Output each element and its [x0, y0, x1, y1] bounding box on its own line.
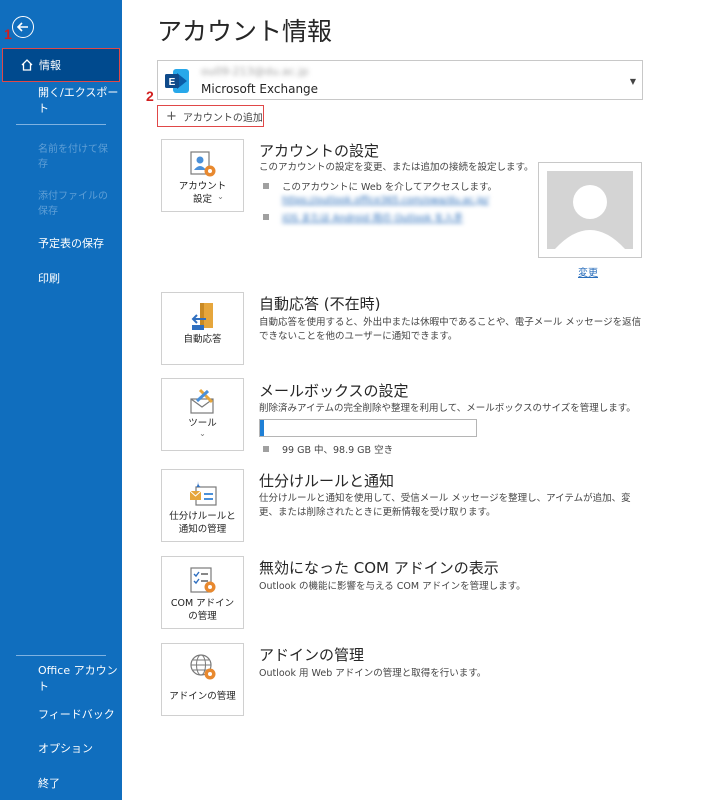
- section-title: 自動応答 (不在時): [259, 295, 381, 313]
- section-title: 仕分けルールと通知: [259, 472, 395, 490]
- chevron-down-icon: ▼: [629, 77, 636, 86]
- section-title: アカウントの設定: [259, 142, 380, 160]
- tools-icon: [190, 388, 214, 414]
- step-marker-2: 2: [146, 88, 154, 104]
- section-description: Outlook の機能に影響を与える COM アドインを管理します。: [259, 581, 526, 592]
- sidebar-item-office-account[interactable]: Office アカウント: [0, 661, 122, 695]
- com-addins-icon: [190, 567, 216, 593]
- automatic-replies-button[interactable]: 自動応答: [161, 292, 244, 365]
- svg-text:E: E: [169, 77, 176, 88]
- manage-addins-button[interactable]: アドインの管理: [161, 643, 244, 716]
- sidebar-item-options[interactable]: オプション: [0, 731, 122, 765]
- avatar: [547, 171, 633, 249]
- back-button[interactable]: [12, 16, 34, 38]
- mailbox-quota-bar: [259, 419, 477, 437]
- tile-label: 仕分けルールと 通知の管理: [169, 511, 236, 535]
- page-title: アカウント情報: [157, 17, 333, 46]
- sidebar-item-print[interactable]: 印刷: [0, 261, 122, 295]
- step-marker-1: 1: [4, 26, 12, 42]
- tile-label: 自動応答: [183, 334, 222, 345]
- tile-label: COM アドイン の管理: [170, 598, 235, 622]
- sidebar-item-label: Office アカウント: [38, 664, 118, 693]
- sidebar-divider: [16, 655, 106, 656]
- add-account-button[interactable]: + アカウントの追加: [157, 105, 264, 127]
- sidebar-item-open-export[interactable]: 開く/エクスポート: [0, 83, 122, 117]
- backstage-sidebar: 情報 開く/エクスポート 名前を付けて保存 添付ファイルの保存 予定表の保存 印…: [0, 0, 122, 800]
- mailbox-tools-button[interactable]: ツール ⌄: [161, 378, 244, 451]
- bullet-icon: [263, 446, 269, 452]
- home-icon: [21, 59, 33, 71]
- com-addins-button[interactable]: COM アドイン の管理: [161, 556, 244, 629]
- section-description: このアカウントの設定を変更、または追加の接続を設定します。: [259, 162, 534, 173]
- change-photo-link[interactable]: 変更: [578, 264, 598, 279]
- sidebar-item-label: 終了: [38, 777, 60, 790]
- exchange-icon: E: [165, 69, 189, 93]
- sidebar-item-label: 情報: [39, 59, 61, 72]
- chevron-down-icon: ⌄: [217, 192, 224, 201]
- sidebar-item-label: 予定表の保存: [38, 237, 104, 250]
- account-type: Microsoft Exchange: [201, 82, 319, 96]
- tile-label: アドインの管理: [169, 691, 236, 702]
- sidebar-divider: [16, 124, 106, 125]
- sidebar-item-label: オプション: [38, 742, 93, 755]
- owa-link[interactable]: https://outlook.office365.com/owa/du.ac.…: [282, 195, 489, 206]
- account-settings-button[interactable]: アカウント 設定 ⌄: [161, 139, 244, 212]
- sidebar-item-save-as: 名前を付けて保存: [0, 137, 122, 177]
- rules-and-alerts-button[interactable]: 仕分けルールと 通知の管理: [161, 469, 244, 542]
- arrow-left-icon: [16, 22, 28, 32]
- globe-addins-icon: [190, 654, 216, 680]
- section-description: Outlook 用 Web アドインの管理と取得を行います。: [259, 668, 487, 679]
- chevron-down-icon: ⌄: [199, 429, 206, 438]
- account-email: ou09-213@du.ac.jp: [201, 65, 309, 78]
- add-account-label: アカウントの追加: [182, 112, 263, 124]
- sidebar-item-save-attachments: 添付ファイルの保存: [0, 184, 122, 224]
- account-selector[interactable]: E ou09-213@du.ac.jp Microsoft Exchange ▼: [157, 60, 643, 100]
- sidebar-item-exit[interactable]: 終了: [0, 766, 122, 800]
- person-silhouette-icon: [555, 185, 625, 249]
- sidebar-item-feedback[interactable]: フィードバック: [0, 697, 122, 731]
- sidebar-item-label: フィードバック: [38, 708, 115, 721]
- automatic-replies-icon: [191, 303, 213, 330]
- sidebar-item-label: 開く/エクスポート: [38, 86, 119, 115]
- web-access-text: このアカウントに Web を介してアクセスします。: [282, 182, 498, 193]
- bullet-icon: [263, 214, 269, 220]
- section-description: 仕分けルールと通知を使用して、受信メール メッセージを整理し、アイテムが追加、変…: [259, 493, 631, 518]
- mobile-app-link[interactable]: iOS または Android 用の Outlook を入手: [282, 210, 463, 224]
- rules-icon: [189, 481, 217, 506]
- sidebar-item-save-calendar[interactable]: 予定表の保存: [0, 226, 122, 260]
- mailbox-quota-fill: [260, 420, 265, 436]
- sidebar-item-label: 印刷: [38, 272, 60, 285]
- section-title: メールボックスの設定: [259, 382, 409, 400]
- sidebar-item-info[interactable]: 情報: [2, 48, 120, 82]
- mailbox-quota-text: 99 GB 中、98.9 GB 空き: [282, 445, 394, 456]
- section-title: 無効になった COM アドインの表示: [259, 559, 499, 577]
- section-title: アドインの管理: [259, 646, 365, 664]
- sidebar-item-label: 名前を付けて保存: [38, 144, 108, 170]
- bullet-icon: [263, 183, 269, 189]
- account-settings-icon: [190, 151, 216, 177]
- section-description: 削除済みアイテムの完全削除や整理を利用して、メールボックスのサイズを管理します。: [259, 403, 636, 414]
- plus-icon: +: [166, 108, 177, 124]
- sidebar-item-label: 添付ファイルの保存: [38, 191, 108, 217]
- profile-photo: [538, 162, 642, 258]
- outlook-account-info-view: 情報 開く/エクスポート 名前を付けて保存 添付ファイルの保存 予定表の保存 印…: [0, 0, 711, 800]
- section-description: 自動応答を使用すると、外出中または休暇中であることや、電子メール メッセージを返…: [259, 317, 642, 342]
